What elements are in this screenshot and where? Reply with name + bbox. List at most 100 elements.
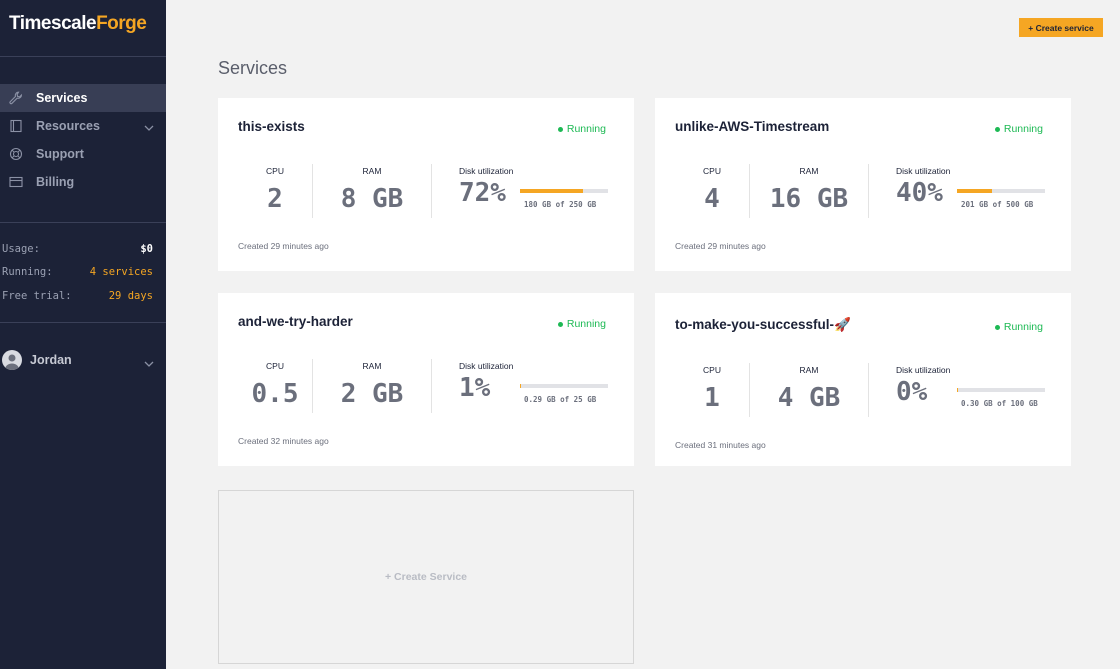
- service-name[interactable]: to-make-you-successful-🚀: [675, 317, 851, 333]
- metric-value: 40%: [896, 178, 943, 208]
- metric-cpu: CPU 0.5: [238, 359, 313, 413]
- status-badge: Running: [557, 318, 606, 330]
- metric-cpu: CPU 2: [238, 164, 313, 218]
- created-time: Created 29 minutes ago: [238, 241, 329, 251]
- stat-label: Free trial:: [2, 289, 72, 302]
- metric-label: RAM: [362, 361, 382, 371]
- metric-disk: Disk utilization 72% 180 GB of 250 GB: [432, 164, 618, 218]
- metric-label: RAM: [362, 166, 382, 176]
- status-dot-icon: [557, 321, 563, 327]
- stat-running: Running: 4 services: [2, 261, 153, 285]
- created-time: Created 29 minutes ago: [675, 241, 766, 251]
- chevron-down-icon[interactable]: [144, 120, 154, 134]
- disk-usage-text: 201 GB of 500 GB: [961, 200, 1034, 209]
- metric-label: CPU: [266, 166, 284, 176]
- sidebar-item-label: Services: [36, 91, 88, 105]
- create-service-card[interactable]: + Create Service: [218, 490, 634, 664]
- disk-usage-bar-fill: [957, 189, 993, 193]
- created-time: Created 32 minutes ago: [238, 436, 329, 446]
- sidebar-nav: Services Resources Support Billing: [0, 84, 166, 196]
- metric-label: Disk utilization: [896, 166, 951, 176]
- metric-label: RAM: [799, 166, 819, 176]
- service-metrics: CPU 2 RAM 8 GB Disk utilization 72% 180 …: [238, 164, 618, 218]
- service-card[interactable]: this-exists Running CPU 2 RAM 8 GB Disk …: [218, 98, 634, 271]
- metric-disk: Disk utilization 0% 0.30 GB of 100 GB: [869, 363, 1055, 417]
- brand-logo[interactable]: TimescaleForge: [0, 0, 166, 57]
- service-metrics: CPU 4 RAM 16 GB Disk utilization 40% 201…: [675, 164, 1055, 218]
- service-card[interactable]: to-make-you-successful-🚀 Running CPU 1 R…: [655, 293, 1071, 466]
- metric-label: CPU: [703, 166, 721, 176]
- service-name[interactable]: this-exists: [238, 119, 305, 134]
- user-name: Jordan: [30, 352, 72, 367]
- disk-usage-bar: [957, 189, 1045, 193]
- sidebar-item-label: Support: [36, 147, 84, 161]
- stat-value: 4 services: [89, 266, 153, 279]
- status-dot-icon: [557, 126, 563, 132]
- sidebar-item-support[interactable]: Support: [0, 140, 166, 168]
- brand-name-part1: Timescale: [9, 13, 97, 34]
- user-menu[interactable]: Jordan: [0, 323, 166, 397]
- metric-cpu: CPU 4: [675, 164, 750, 218]
- account-stats: Usage: $0 Running: 4 services Free trial…: [0, 223, 166, 322]
- metric-label: Disk utilization: [459, 166, 514, 176]
- metric-label: CPU: [703, 365, 721, 375]
- metric-value: 1%: [459, 373, 491, 403]
- stat-free-trial: Free trial: 29 days: [2, 284, 153, 308]
- created-time: Created 31 minutes ago: [675, 440, 766, 450]
- credit-card-icon: [8, 174, 24, 190]
- status-badge: Running: [994, 321, 1043, 333]
- metric-disk: Disk utilization 40% 201 GB of 500 GB: [869, 164, 1055, 218]
- create-service-button[interactable]: + Create service: [1019, 18, 1103, 37]
- sidebar-item-billing[interactable]: Billing: [0, 168, 166, 196]
- metric-value: 0.5: [251, 379, 299, 409]
- status-text: Running: [566, 123, 606, 135]
- sidebar-item-resources[interactable]: Resources: [0, 112, 166, 140]
- sidebar: TimescaleForge Services Resources Suppor…: [0, 0, 166, 669]
- sidebar-item-label: Resources: [36, 119, 100, 133]
- metric-value: 8 GB: [340, 184, 404, 214]
- status-text: Running: [1003, 123, 1043, 135]
- service-name[interactable]: unlike-AWS-Timestream: [675, 119, 829, 134]
- service-metrics: CPU 0.5 RAM 2 GB Disk utilization 1% 0.2…: [238, 359, 618, 413]
- disk-usage-bar: [520, 384, 608, 388]
- metric-value: 1: [704, 383, 720, 413]
- disk-usage-bar-fill: [520, 384, 521, 388]
- status-dot-icon: [994, 126, 1000, 132]
- metric-value: 16 GB: [769, 184, 849, 214]
- brand-name-part2: Forge: [96, 13, 147, 34]
- metric-disk: Disk utilization 1% 0.29 GB of 25 GB: [432, 359, 618, 413]
- metric-label: CPU: [266, 361, 284, 371]
- lifebuoy-icon: [8, 146, 24, 162]
- metric-ram: RAM 2 GB: [313, 359, 432, 413]
- stat-usage: Usage: $0: [2, 237, 153, 261]
- service-card[interactable]: unlike-AWS-Timestream Running CPU 4 RAM …: [655, 98, 1071, 271]
- sidebar-item-services[interactable]: Services: [0, 84, 166, 112]
- avatar: [2, 349, 22, 370]
- status-badge: Running: [557, 123, 606, 135]
- metric-value: 72%: [459, 178, 506, 208]
- disk-usage-bar-fill: [520, 189, 584, 193]
- disk-usage-text: 180 GB of 250 GB: [524, 200, 597, 209]
- service-metrics: CPU 1 RAM 4 GB Disk utilization 0% 0.30 …: [675, 363, 1055, 417]
- stat-label: Usage:: [2, 242, 40, 255]
- metric-value: 2 GB: [340, 379, 404, 409]
- metric-value: 2: [267, 184, 283, 214]
- stat-value: $0: [140, 242, 153, 255]
- disk-usage-bar: [957, 388, 1045, 392]
- status-dot-icon: [994, 324, 1000, 330]
- chevron-down-icon[interactable]: [144, 356, 154, 370]
- metric-label: Disk utilization: [896, 365, 951, 375]
- page-title: Services: [218, 58, 288, 78]
- metric-value: 4 GB: [777, 383, 841, 413]
- wrench-icon: [8, 90, 24, 106]
- disk-usage-bar: [520, 189, 608, 193]
- stat-label: Running:: [2, 266, 53, 279]
- stat-value: 29 days: [108, 289, 153, 302]
- sidebar-item-label: Billing: [36, 175, 75, 189]
- service-name[interactable]: and-we-try-harder: [238, 314, 353, 329]
- metric-value: 4: [704, 184, 720, 214]
- metric-label: RAM: [799, 365, 819, 375]
- metric-ram: RAM 4 GB: [750, 363, 869, 417]
- service-card[interactable]: and-we-try-harder Running CPU 0.5 RAM 2 …: [218, 293, 634, 466]
- metric-cpu: CPU 1: [675, 363, 750, 417]
